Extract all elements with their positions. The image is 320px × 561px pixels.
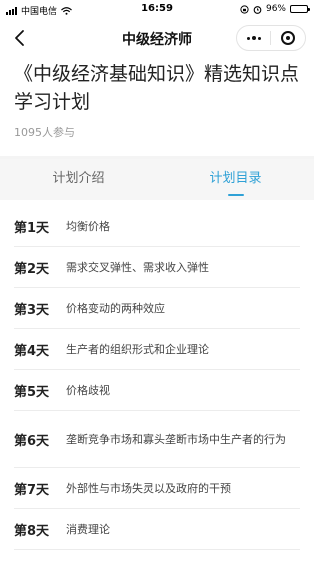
schedule-list: 第1天 均衡价格 第2天 需求交叉弹性、需求收入弹性 第3天 价格变动的两种效应… bbox=[0, 206, 314, 550]
schedule-item-day-2[interactable]: 第2天 需求交叉弹性、需求收入弹性 bbox=[14, 247, 300, 288]
topic-label: 需求交叉弹性、需求收入弹性 bbox=[66, 260, 209, 274]
day-label: 第8天 bbox=[14, 523, 50, 539]
day-label: 第1天 bbox=[14, 220, 50, 236]
day-label: 第4天 bbox=[14, 343, 50, 359]
day-label: 第3天 bbox=[14, 302, 50, 318]
topic-label: 生产者的组织形式和企业理论 bbox=[66, 342, 209, 356]
schedule-item-day-3[interactable]: 第3天 价格变动的两种效应 bbox=[14, 288, 300, 329]
orientation-lock-icon bbox=[240, 4, 249, 14]
schedule-item-day-4[interactable]: 第4天 生产者的组织形式和企业理论 bbox=[14, 329, 300, 370]
topic-label: 价格歧视 bbox=[66, 383, 110, 397]
mini-program-capsule bbox=[236, 25, 306, 51]
schedule-item-day-8[interactable]: 第8天 消费理论 bbox=[14, 509, 300, 550]
alarm-icon bbox=[253, 5, 262, 14]
tab-plan-catalog[interactable]: 计划目录 bbox=[157, 159, 314, 200]
day-label: 第7天 bbox=[14, 482, 50, 498]
battery-percent: 96% bbox=[265, 4, 286, 14]
status-bar: 中国电信 16:59 96% bbox=[0, 0, 314, 20]
schedule-item-day-5[interactable]: 第5天 价格歧视 bbox=[14, 370, 300, 411]
participant-count: 1095人参与 bbox=[14, 126, 75, 139]
topic-label: 均衡价格 bbox=[66, 219, 110, 233]
tab-plan-intro[interactable]: 计划介绍 bbox=[0, 159, 157, 200]
close-circle-icon[interactable] bbox=[271, 31, 305, 45]
more-icon[interactable] bbox=[237, 36, 270, 40]
topic-label: 消费理论 bbox=[66, 522, 110, 536]
schedule-item-day-7[interactable]: 第7天 外部性与市场失灵以及政府的干预 bbox=[14, 468, 300, 509]
schedule-item-day-1[interactable]: 第1天 均衡价格 bbox=[14, 206, 300, 247]
battery-icon bbox=[290, 5, 310, 13]
plan-tabs: 计划介绍 计划目录 bbox=[0, 159, 314, 200]
navigation-bar: 中级经济师 bbox=[0, 20, 314, 56]
plan-title: 《中级经济基础知识》精选知识点学习计划 bbox=[14, 63, 300, 113]
day-label: 第2天 bbox=[14, 261, 50, 277]
topic-label: 垄断竞争市场和寡头垄断市场中生产者的行为 bbox=[66, 432, 286, 446]
topic-label: 外部性与市场失灵以及政府的干预 bbox=[66, 481, 231, 495]
day-label: 第5天 bbox=[14, 384, 50, 400]
topic-label: 价格变动的两种效应 bbox=[66, 301, 165, 315]
schedule-item-day-6[interactable]: 第6天 垄断竞争市场和寡头垄断市场中生产者的行为 bbox=[14, 411, 300, 468]
status-right: 96% bbox=[240, 4, 310, 14]
day-label: 第6天 bbox=[14, 433, 50, 449]
